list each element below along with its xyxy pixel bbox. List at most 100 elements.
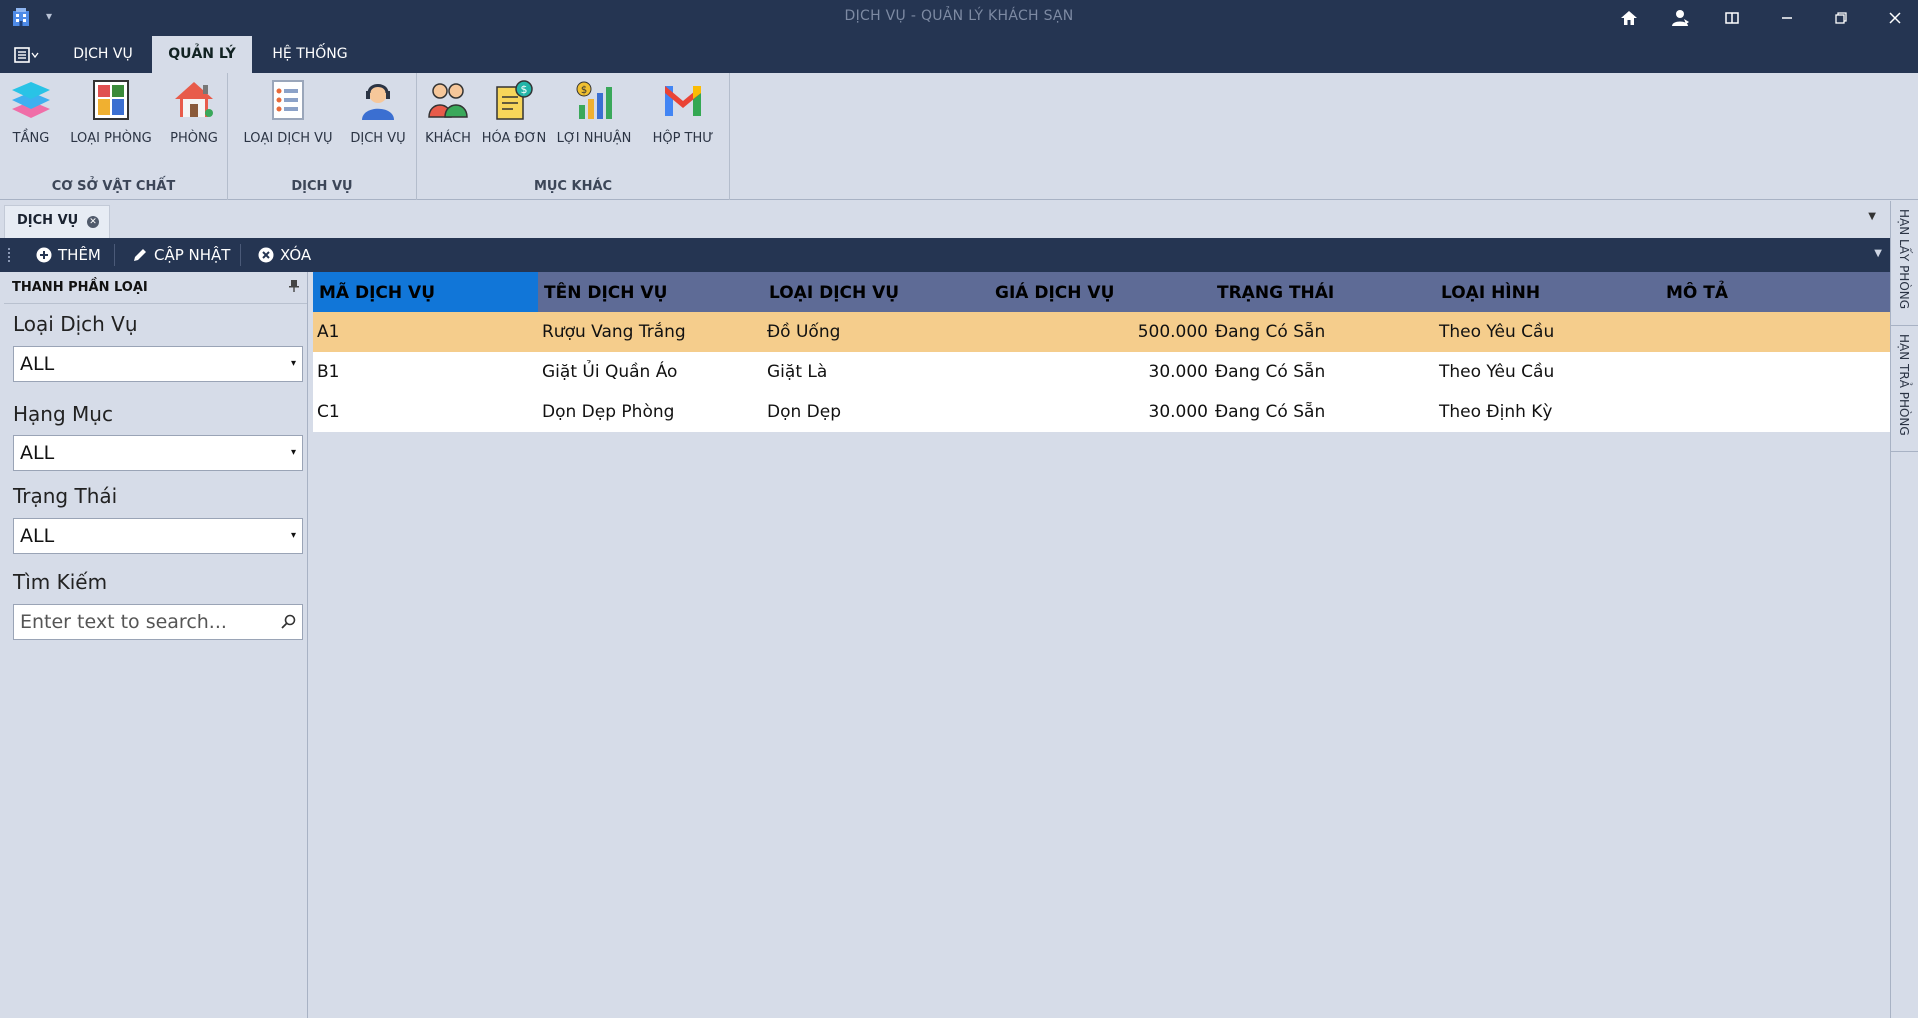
cell-ma[interactable]: A1	[313, 312, 538, 352]
loai-dich-vu-label: LOẠI DỊCH VỤ	[243, 131, 333, 146]
cell-ten[interactable]: Rượu Vang Trắng	[538, 312, 763, 352]
cell-loai[interactable]: Đồ Uống	[763, 312, 988, 352]
user-icon[interactable]	[1666, 6, 1696, 30]
grid-header: MÃ DỊCH VỤ TÊN DỊCH VỤ LOẠI DỊCH VỤ GIÁ …	[313, 272, 1890, 312]
cell-loai[interactable]: Dọn Dẹp	[763, 392, 988, 432]
them-button[interactable]: THÊM	[36, 238, 101, 272]
minimize-icon[interactable]	[1772, 6, 1802, 30]
group-muc-khac: KHÁCH $ HÓA ĐƠN $ LỢI NHUẬN HỘP THƯ MỤC …	[417, 73, 730, 200]
cell-trang-thai[interactable]: Đang Có Sẵn	[1211, 392, 1436, 432]
phong-button[interactable]: PHÒNG	[166, 79, 222, 146]
table-row[interactable]: B1 Giặt Ủi Quần Áo Giặt Là 30.000 Đang C…	[313, 352, 1890, 392]
cell-mo-ta[interactable]	[1660, 312, 1885, 352]
loi-nhuan-button[interactable]: $ LỢI NHUẬN	[553, 79, 635, 146]
dock-tab-han-lay-phong[interactable]: HẠN LẤY PHÒNG	[1891, 201, 1918, 326]
cell-loai-hinh[interactable]: Theo Định Kỳ	[1435, 392, 1660, 432]
phong-label: PHÒNG	[170, 131, 218, 146]
table-row[interactable]: A1 Rượu Vang Trắng Đồ Uống 500.000 Đang …	[313, 312, 1890, 352]
dock-tab-han-tra-phong[interactable]: HẠN TRẢ PHÒNG	[1891, 326, 1918, 452]
toolbar-options-dropdown-icon[interactable]: ▼	[1874, 248, 1882, 259]
dich-vu-button[interactable]: DỊCH VỤ	[346, 79, 410, 146]
tang-button[interactable]: TẦNG	[6, 79, 56, 146]
search-input[interactable]: Enter text to search...	[13, 604, 303, 640]
close-icon[interactable]	[1880, 6, 1910, 30]
cell-mo-ta[interactable]	[1660, 352, 1885, 392]
loai-dich-vu-filter-label: Loại Dịch Vụ	[13, 312, 138, 336]
table-row[interactable]: C1 Dọn Dẹp Phòng Dọn Dẹp 30.000 Đang Có …	[313, 392, 1890, 432]
column-header-mo-ta[interactable]: MÔ TẢ	[1660, 272, 1885, 312]
khach-label: KHÁCH	[425, 131, 471, 146]
column-header-gia-dich-vu[interactable]: GIÁ DỊCH VỤ	[989, 272, 1214, 312]
guests-icon	[428, 83, 468, 118]
group-dich-vu: LOẠI DỊCH VỤ DỊCH VỤ DỊCH VỤ	[228, 73, 417, 200]
group-title-co-so: CƠ SỞ VẬT CHẤT	[51, 179, 176, 194]
trang-thai-combo[interactable]: ALL ▾	[13, 518, 303, 554]
cell-ten[interactable]: Giặt Ủi Quần Áo	[538, 352, 763, 392]
right-dock-panel: HẠN LẤY PHÒNG HẠN TRẢ PHÒNG	[1890, 201, 1918, 1018]
toolbar-grip[interactable]	[8, 248, 12, 262]
ribbon-panel: TẦNG LOẠI PHÒNG PHÒNG CƠ SỞ VẬT CHẤT LOẠ…	[0, 73, 1918, 200]
xoa-button[interactable]: XÓA	[258, 238, 311, 272]
hop-thu-button[interactable]: HỘP THƯ	[643, 79, 723, 146]
cell-mo-ta[interactable]	[1660, 392, 1885, 432]
loai-phong-label: LOẠI PHÒNG	[70, 131, 152, 146]
chevron-down-icon[interactable]: ▾	[291, 347, 296, 381]
layout-icon[interactable]	[1717, 6, 1747, 30]
column-header-ma-dich-vu[interactable]: MÃ DỊCH VỤ	[313, 272, 538, 312]
hoa-don-button[interactable]: $ HÓA ĐƠN	[481, 79, 547, 146]
cell-gia[interactable]: 30.000	[989, 392, 1214, 432]
cell-loai-hinh[interactable]: Theo Yêu Cầu	[1435, 312, 1660, 352]
khach-button[interactable]: KHÁCH	[423, 79, 473, 146]
toolbar-divider	[114, 244, 115, 266]
column-header-ten-dich-vu[interactable]: TÊN DỊCH VỤ	[538, 272, 763, 312]
xoa-label: XÓA	[280, 246, 312, 264]
group-title-muc-khac: MỤC KHÁC	[533, 179, 613, 194]
title-bar: ▾ DỊCH VỤ - QUẢN LÝ KHÁCH SẠN	[0, 0, 1918, 36]
delete-icon	[258, 247, 274, 263]
cell-gia[interactable]: 500.000	[989, 312, 1214, 352]
cell-gia[interactable]: 30.000	[989, 352, 1214, 392]
pin-icon[interactable]	[289, 272, 299, 304]
document-tab-dich-vu[interactable]: DỊCH VỤ ✕	[4, 205, 110, 238]
cell-trang-thai[interactable]: Đang Có Sẵn	[1211, 312, 1436, 352]
edit-pencil-icon	[134, 249, 146, 261]
tab-quan-ly[interactable]: QUẢN LÝ	[152, 36, 252, 73]
cell-loai-hinh[interactable]: Theo Yêu Cầu	[1435, 352, 1660, 392]
tim-kiem-label: Tìm Kiếm	[13, 570, 108, 594]
cell-loai[interactable]: Giặt Là	[763, 352, 988, 392]
cell-ma[interactable]: C1	[313, 392, 538, 432]
hop-thu-label: HỘP THƯ	[652, 131, 714, 146]
cell-trang-thai[interactable]: Đang Có Sẵn	[1211, 352, 1436, 392]
group-co-so-vat-chat: TẦNG LOẠI PHÒNG PHÒNG CƠ SỞ VẬT CHẤT	[0, 73, 228, 200]
close-tab-icon[interactable]: ✕	[87, 216, 99, 228]
application-menu-icon[interactable]	[8, 36, 44, 73]
them-label: THÊM	[58, 246, 101, 264]
tab-he-thong[interactable]: HỆ THỐNG	[262, 36, 358, 73]
loi-nhuan-label: LỢI NHUẬN	[556, 131, 632, 146]
services-grid: MÃ DỊCH VỤ TÊN DỊCH VỤ LOẠI DỊCH VỤ GIÁ …	[313, 272, 1890, 1018]
column-header-loai-dich-vu[interactable]: LOẠI DỊCH VỤ	[763, 272, 988, 312]
hoa-don-label: HÓA ĐƠN	[481, 131, 547, 146]
tab-list-dropdown-icon[interactable]: ▼	[1868, 211, 1876, 222]
search-icon[interactable]	[278, 612, 298, 632]
dock-tab-han-tra-phong-label: HẠN TRẢ PHÒNG	[1897, 334, 1911, 436]
loai-dich-vu-combo[interactable]: ALL ▾	[13, 346, 303, 382]
cap-nhat-label: CẬP NHẬT	[154, 246, 231, 264]
loai-dich-vu-button[interactable]: LOẠI DỊCH VỤ	[236, 79, 340, 146]
loai-phong-button[interactable]: LOẠI PHÒNG	[66, 79, 156, 146]
dich-vu-label: DỊCH VỤ	[350, 131, 406, 146]
tab-dich-vu[interactable]: DỊCH VỤ	[58, 36, 148, 73]
column-header-loai-hinh[interactable]: LOẠI HÌNH	[1435, 272, 1660, 312]
cap-nhat-button[interactable]: CẬP NHẬT	[132, 238, 230, 272]
cell-ten[interactable]: Dọn Dẹp Phòng	[538, 392, 763, 432]
action-toolbar: THÊM CẬP NHẬT XÓA ▼	[0, 238, 1890, 272]
home-icon[interactable]	[1614, 6, 1644, 30]
chevron-down-icon[interactable]: ▾	[291, 436, 296, 470]
cell-ma[interactable]: B1	[313, 352, 538, 392]
svg-text:$: $	[521, 83, 528, 96]
hang-muc-combo[interactable]: ALL ▾	[13, 435, 303, 471]
restore-icon[interactable]	[1826, 6, 1856, 30]
column-header-trang-thai[interactable]: TRẠNG THÁI	[1211, 272, 1436, 312]
layers-icon	[12, 82, 50, 118]
chevron-down-icon[interactable]: ▾	[291, 519, 296, 553]
